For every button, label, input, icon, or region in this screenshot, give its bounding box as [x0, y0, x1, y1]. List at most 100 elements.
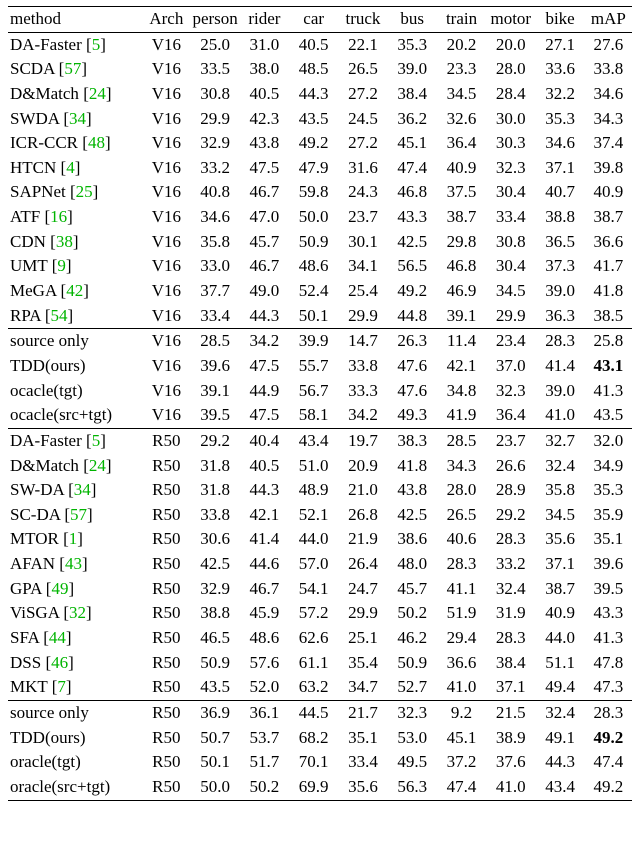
table-row: CDN [38]V1635.845.750.930.142.529.830.83…	[8, 230, 632, 255]
citation-link[interactable]: 1	[69, 529, 78, 548]
citation-link[interactable]: 57	[64, 59, 81, 78]
cell-value: 46.2	[388, 626, 437, 651]
cell-value: 50.0	[190, 775, 239, 800]
cell-value: 34.9	[585, 454, 632, 479]
cell-value: 50.2	[388, 601, 437, 626]
cell-value: 34.6	[535, 131, 584, 156]
cell-value: 33.4	[190, 304, 239, 329]
citation-link[interactable]: 5	[92, 431, 101, 450]
citation-link[interactable]: 44	[49, 628, 66, 647]
cell-value: 32.9	[190, 131, 239, 156]
cell-value: 36.4	[437, 131, 486, 156]
cell-value: 35.6	[535, 527, 584, 552]
cell-value: 37.2	[437, 750, 486, 775]
cell-value: 36.1	[240, 700, 289, 725]
table-row: SC-DA [57]R5033.842.152.126.842.526.529.…	[8, 503, 632, 528]
citation-link[interactable]: 42	[66, 281, 83, 300]
table-row: source onlyR5036.936.144.521.732.39.221.…	[8, 700, 632, 725]
cell-arch: R50	[142, 454, 190, 479]
cell-value: 41.8	[585, 279, 632, 304]
cell-method: D&Match [24]	[8, 82, 142, 107]
cell-value: 40.9	[535, 601, 584, 626]
cell-value: 55.7	[289, 354, 338, 379]
col-car: car	[289, 7, 338, 33]
citation-link[interactable]: 46	[51, 653, 68, 672]
cell-value: 40.7	[535, 180, 584, 205]
cell-value: 35.3	[388, 32, 437, 57]
cell-value: 49.1	[535, 726, 584, 751]
cell-value: 21.9	[338, 527, 387, 552]
cell-value: 39.6	[190, 354, 239, 379]
cell-value: 49.2	[388, 279, 437, 304]
col-person: person	[190, 7, 239, 33]
cell-method: GPA [49]	[8, 577, 142, 602]
cell-value: 37.7	[190, 279, 239, 304]
cell-arch: R50	[142, 552, 190, 577]
cell-value: 40.5	[289, 32, 338, 57]
citation-link[interactable]: 57	[70, 505, 87, 524]
cell-value: 57.2	[289, 601, 338, 626]
citation-link[interactable]: 16	[50, 207, 67, 226]
cell-value: 47.3	[585, 675, 632, 700]
cell-method: DSS [46]	[8, 651, 142, 676]
cell-arch: V16	[142, 57, 190, 82]
citation-link[interactable]: 38	[56, 232, 73, 251]
cell-value: 29.8	[437, 230, 486, 255]
cell-value: 41.4	[535, 354, 584, 379]
cell-value: 45.9	[240, 601, 289, 626]
cell-value: 30.6	[190, 527, 239, 552]
cell-value: 38.7	[535, 577, 584, 602]
cell-value: 46.7	[240, 254, 289, 279]
cell-value: 69.9	[289, 775, 338, 800]
cell-method: SWDA [34]	[8, 107, 142, 132]
citation-link[interactable]: 48	[88, 133, 105, 152]
cell-value: 51.1	[535, 651, 584, 676]
citation-link[interactable]: 5	[92, 35, 101, 54]
citation-link[interactable]: 24	[89, 456, 106, 475]
table-header-row: method Arch person rider car truck bus t…	[8, 7, 632, 33]
table-row: ocacle(tgt)V1639.144.956.733.347.634.832…	[8, 379, 632, 404]
cell-method: SFA [44]	[8, 626, 142, 651]
cell-arch: R50	[142, 700, 190, 725]
cell-value: 30.3	[486, 131, 535, 156]
cell-value: 33.8	[585, 57, 632, 82]
cell-value: 47.5	[240, 156, 289, 181]
cell-value: 53.7	[240, 726, 289, 751]
citation-link[interactable]: 54	[51, 306, 68, 325]
cell-value: 38.8	[535, 205, 584, 230]
citation-link[interactable]: 7	[57, 677, 66, 696]
cell-value: 34.6	[585, 82, 632, 107]
citation-link[interactable]: 49	[51, 579, 68, 598]
citation-link[interactable]: 24	[89, 84, 106, 103]
cell-value: 42.3	[240, 107, 289, 132]
cell-value: 56.3	[388, 775, 437, 800]
cell-value: 32.4	[486, 577, 535, 602]
cell-value: 45.1	[437, 726, 486, 751]
citation-link[interactable]: 9	[57, 256, 66, 275]
citation-link[interactable]: 32	[69, 603, 86, 622]
cell-value: 45.7	[240, 230, 289, 255]
cell-value: 20.0	[486, 32, 535, 57]
cell-value: 56.5	[388, 254, 437, 279]
cell-value: 57.6	[240, 651, 289, 676]
cell-arch: V16	[142, 279, 190, 304]
citation-link[interactable]: 34	[69, 109, 86, 128]
col-train: train	[437, 7, 486, 33]
cell-value: 29.9	[486, 304, 535, 329]
cell-value: 37.1	[486, 675, 535, 700]
cell-value: 42.1	[240, 503, 289, 528]
cell-method: oracle(tgt)	[8, 750, 142, 775]
citation-link[interactable]: 25	[76, 182, 93, 201]
table-row: ATF [16]V1634.647.050.023.743.338.733.43…	[8, 205, 632, 230]
cell-value: 32.2	[535, 82, 584, 107]
cell-value: 32.9	[190, 577, 239, 602]
cell-value: 58.1	[289, 403, 338, 428]
citation-link[interactable]: 34	[74, 480, 91, 499]
cell-value: 29.9	[190, 107, 239, 132]
cell-value: 28.0	[437, 478, 486, 503]
cell-value: 26.8	[338, 503, 387, 528]
citation-link[interactable]: 43	[65, 554, 82, 573]
cell-value: 21.7	[338, 700, 387, 725]
citation-link[interactable]: 4	[66, 158, 75, 177]
cell-value: 44.9	[240, 379, 289, 404]
